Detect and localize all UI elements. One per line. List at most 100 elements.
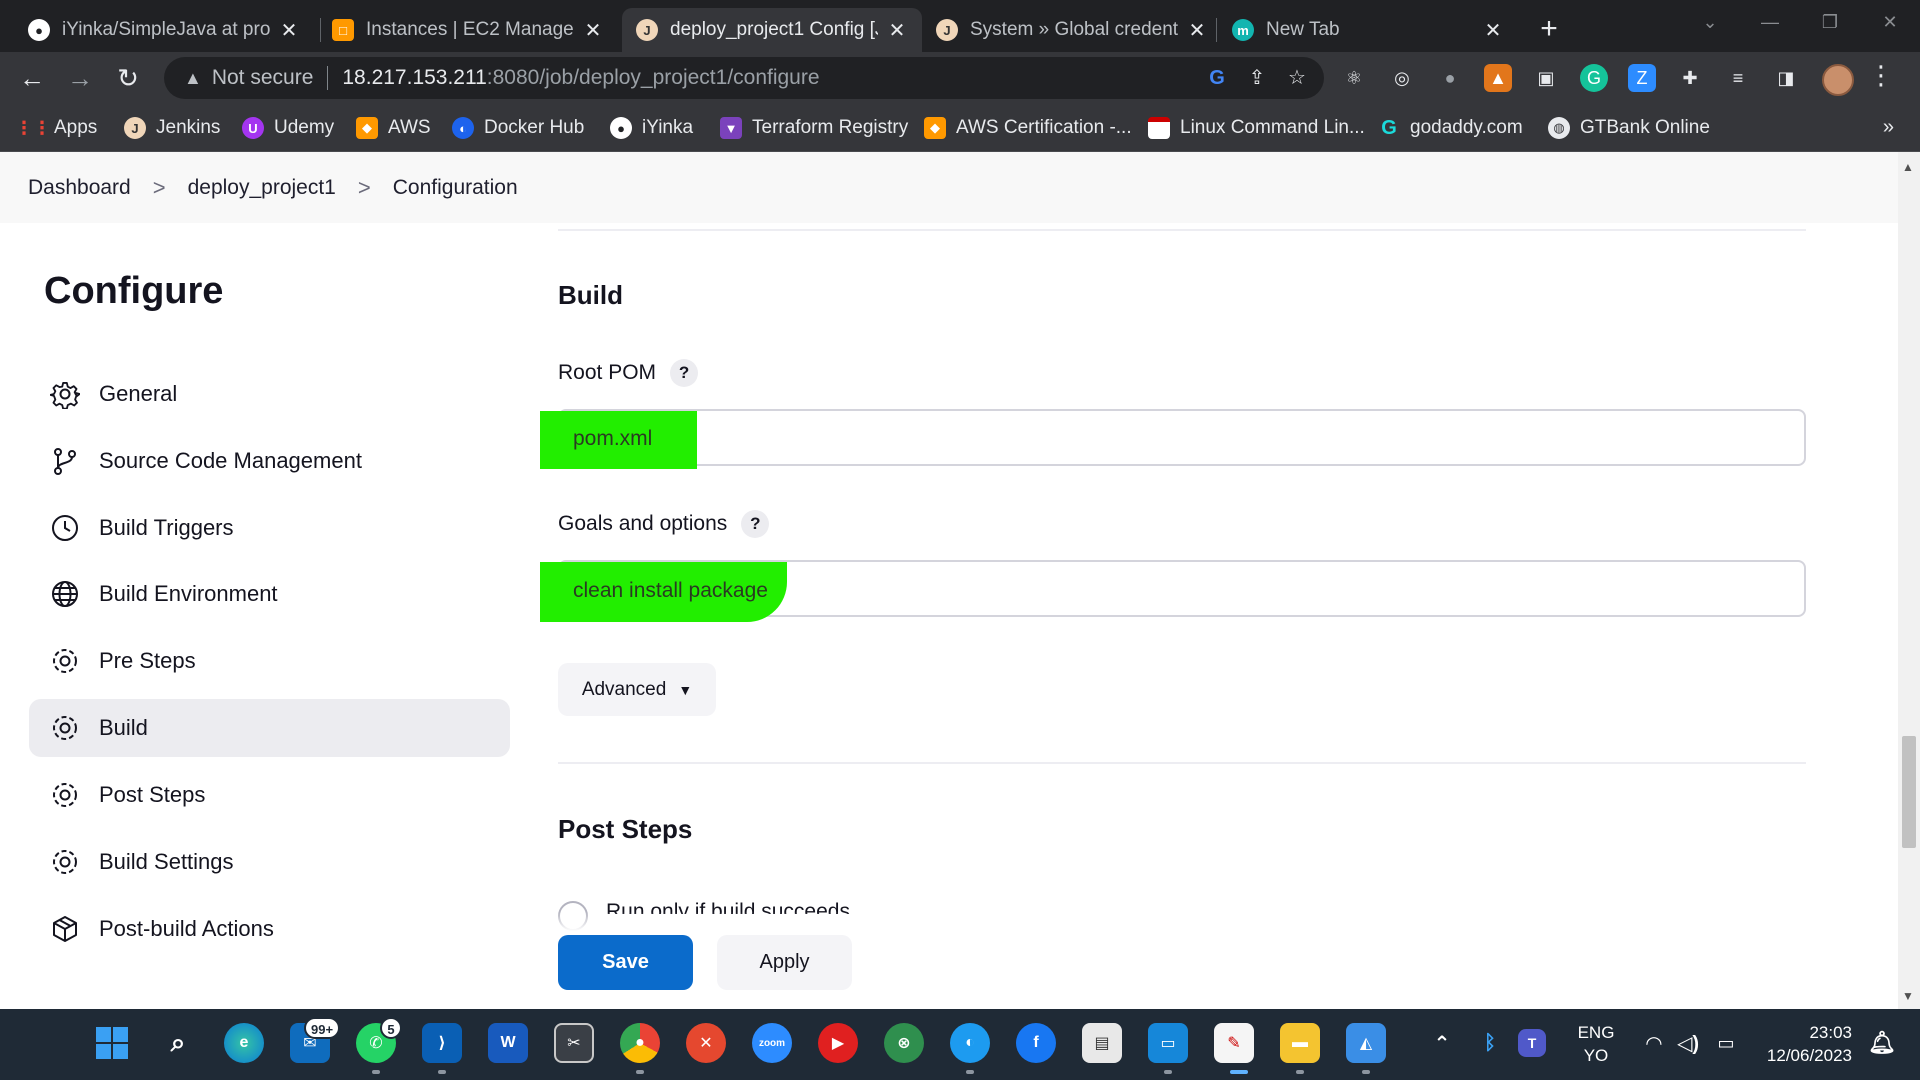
save-button[interactable]: Save: [558, 935, 693, 990]
close-icon[interactable]: ✕: [582, 18, 604, 43]
puzzle-extensions-icon[interactable]: ✚: [1676, 64, 1704, 92]
minimize-icon[interactable]: —: [1740, 0, 1800, 44]
edge-icon[interactable]: e: [224, 1023, 264, 1063]
apply-button[interactable]: Apply: [717, 935, 852, 990]
reading-list-icon[interactable]: ≡: [1724, 64, 1752, 92]
tab-new-tab[interactable]: m New Tab ✕: [1218, 8, 1518, 52]
word-icon[interactable]: W: [488, 1023, 528, 1063]
vscode-icon[interactable]: ⟩: [422, 1023, 462, 1063]
zoom-icon[interactable]: zoom: [752, 1023, 792, 1063]
xampp-icon[interactable]: ✕: [686, 1023, 726, 1063]
page-scrollbar[interactable]: ▲ ▼: [1898, 152, 1920, 1009]
sidebar-item-source-code-management[interactable]: Source Code Management: [29, 432, 510, 490]
windows-start-icon[interactable]: [92, 1023, 132, 1063]
close-icon[interactable]: ✕: [278, 18, 300, 43]
forward-arrow-icon[interactable]: →: [62, 60, 98, 96]
close-icon[interactable]: ✕: [1186, 18, 1208, 43]
clock[interactable]: 23:03 12/06/2023: [1756, 1021, 1852, 1067]
notification-bell-icon[interactable]: 🔔︎: [1862, 1023, 1902, 1063]
goals-options-value[interactable]: clean install package: [573, 579, 768, 603]
search-icon[interactable]: ⌕: [158, 1023, 198, 1063]
target-icon[interactable]: ◎: [1388, 64, 1416, 92]
warning-triangle-icon[interactable]: ▲: [184, 68, 202, 89]
chevron-up-icon[interactable]: ⌃: [1422, 1023, 1462, 1063]
bookmark-godaddy[interactable]: G godaddy.com: [1378, 114, 1522, 142]
bookmark-linux-command[interactable]: Linux Command Lin...: [1148, 114, 1365, 142]
url-host[interactable]: 18.217.153.211: [342, 66, 486, 90]
bookmark-terraform[interactable]: ▼ Terraform Registry: [720, 114, 908, 142]
back-arrow-icon[interactable]: ←: [14, 60, 50, 96]
sidebar-item-post-steps[interactable]: Post Steps: [29, 766, 510, 824]
close-window-icon[interactable]: ✕: [1860, 0, 1920, 44]
sidebar-item-build-settings[interactable]: Build Settings: [29, 833, 510, 891]
bookmark-iyinka[interactable]: ● iYinka: [610, 114, 693, 142]
sidebar-item-build-environment[interactable]: Build Environment: [29, 565, 510, 623]
scrollbar-thumb[interactable]: [1902, 736, 1916, 848]
profile-avatar[interactable]: [1822, 64, 1854, 96]
close-icon[interactable]: ✕: [1482, 18, 1504, 43]
bookmark-aws-certification[interactable]: ◆ AWS Certification -...: [924, 114, 1132, 142]
address-bar[interactable]: ▲ Not secure 18.217.153.211 :8080/job/de…: [164, 57, 1324, 99]
sidebar-item-pre-steps[interactable]: Pre Steps: [29, 632, 510, 690]
grammarly-icon[interactable]: G: [1580, 64, 1608, 92]
help-icon[interactable]: ?: [741, 510, 770, 538]
zoom-extension-icon[interactable]: Z: [1628, 64, 1656, 92]
snipping-tool-icon[interactable]: ✂: [554, 1023, 594, 1063]
root-pom-input[interactable]: [558, 409, 1806, 466]
bookmark-star-icon[interactable]: ☆: [1284, 65, 1310, 91]
extension-pin-icon[interactable]: ●: [1436, 64, 1464, 92]
sidebar-item-build-triggers[interactable]: Build Triggers: [29, 499, 510, 557]
metamask-icon[interactable]: ▲: [1484, 64, 1512, 92]
sidebar-item-build[interactable]: Build: [29, 699, 510, 757]
new-tab-button[interactable]: +: [1532, 12, 1566, 46]
docker-icon[interactable]: ◐: [950, 1023, 990, 1063]
bookmark-aws[interactable]: ◆ AWS: [356, 114, 431, 142]
bookmark-udemy[interactable]: U Udemy: [242, 114, 334, 142]
browser-menu-icon[interactable]: ⋮: [1868, 60, 1894, 91]
breadcrumb-configuration[interactable]: Configuration: [393, 176, 518, 200]
security-label[interactable]: Not secure: [212, 66, 314, 90]
file-icon[interactable]: ▤: [1082, 1023, 1122, 1063]
facebook-icon[interactable]: f: [1016, 1023, 1056, 1063]
monitor-icon[interactable]: ▭: [1148, 1023, 1188, 1063]
photos-icon[interactable]: ◭: [1346, 1023, 1386, 1063]
volume-icon[interactable]: ◁): [1668, 1023, 1708, 1063]
scroll-up-arrow-icon[interactable]: ▲: [1902, 160, 1914, 174]
tab-jenkins-config[interactable]: J deploy_project1 Config [J ✕: [622, 8, 922, 52]
bookmarks-overflow-button[interactable]: »: [1883, 116, 1894, 139]
tab-search-icon[interactable]: ⌄: [1680, 0, 1740, 44]
root-pom-value[interactable]: pom.xml: [573, 427, 652, 451]
side-panel-icon[interactable]: ◨: [1772, 64, 1800, 92]
bookmark-docker-hub[interactable]: ◐ Docker Hub: [452, 114, 584, 142]
react-devtools-icon[interactable]: ⚛: [1340, 64, 1368, 92]
clipboard-icon[interactable]: ▣: [1532, 64, 1560, 92]
sidebar-item-post-build-actions[interactable]: Post-build Actions: [29, 900, 510, 958]
sidebar-item-general[interactable]: General: [29, 365, 510, 423]
snip-sketch-icon[interactable]: ✎: [1214, 1023, 1254, 1063]
scroll-down-arrow-icon[interactable]: ▼: [1902, 989, 1914, 1003]
bookmark-jenkins[interactable]: J Jenkins: [124, 114, 220, 142]
media-player-icon[interactable]: ▶: [818, 1023, 858, 1063]
chrome-icon[interactable]: ●: [620, 1023, 660, 1063]
xbox-icon[interactable]: ⊗: [884, 1023, 924, 1063]
bookmark-apps[interactable]: ⋮⋮ Apps: [15, 114, 97, 142]
chevron-right-icon[interactable]: >: [358, 175, 371, 201]
tab-ec2[interactable]: □ Instances | EC2 Managem ✕: [318, 8, 618, 52]
bluetooth-icon[interactable]: ᛒ: [1470, 1023, 1510, 1063]
language-indicator[interactable]: ENG YO: [1568, 1021, 1624, 1067]
breadcrumb-job[interactable]: deploy_project1: [188, 176, 336, 200]
url-path[interactable]: :8080/job/deploy_project1/configure: [487, 66, 820, 90]
google-lens-icon[interactable]: G: [1204, 65, 1230, 91]
file-explorer-icon[interactable]: ▬: [1280, 1023, 1320, 1063]
restore-icon[interactable]: ❐: [1800, 0, 1860, 44]
share-icon[interactable]: ⇪: [1244, 65, 1270, 91]
help-icon[interactable]: ?: [670, 359, 699, 387]
close-icon[interactable]: ✕: [886, 18, 908, 43]
chevron-right-icon[interactable]: >: [153, 175, 166, 201]
breadcrumb-dashboard[interactable]: Dashboard: [28, 176, 131, 200]
reload-icon[interactable]: ↻: [110, 60, 146, 96]
bookmark-gtbank[interactable]: ◍ GTBank Online: [1548, 114, 1710, 142]
tab-github[interactable]: ● iYinka/SimpleJava at proje ✕: [14, 8, 314, 52]
tab-jenkins-credentials[interactable]: J System » Global credentia ✕: [922, 8, 1222, 52]
teams-icon[interactable]: T: [1518, 1029, 1546, 1057]
